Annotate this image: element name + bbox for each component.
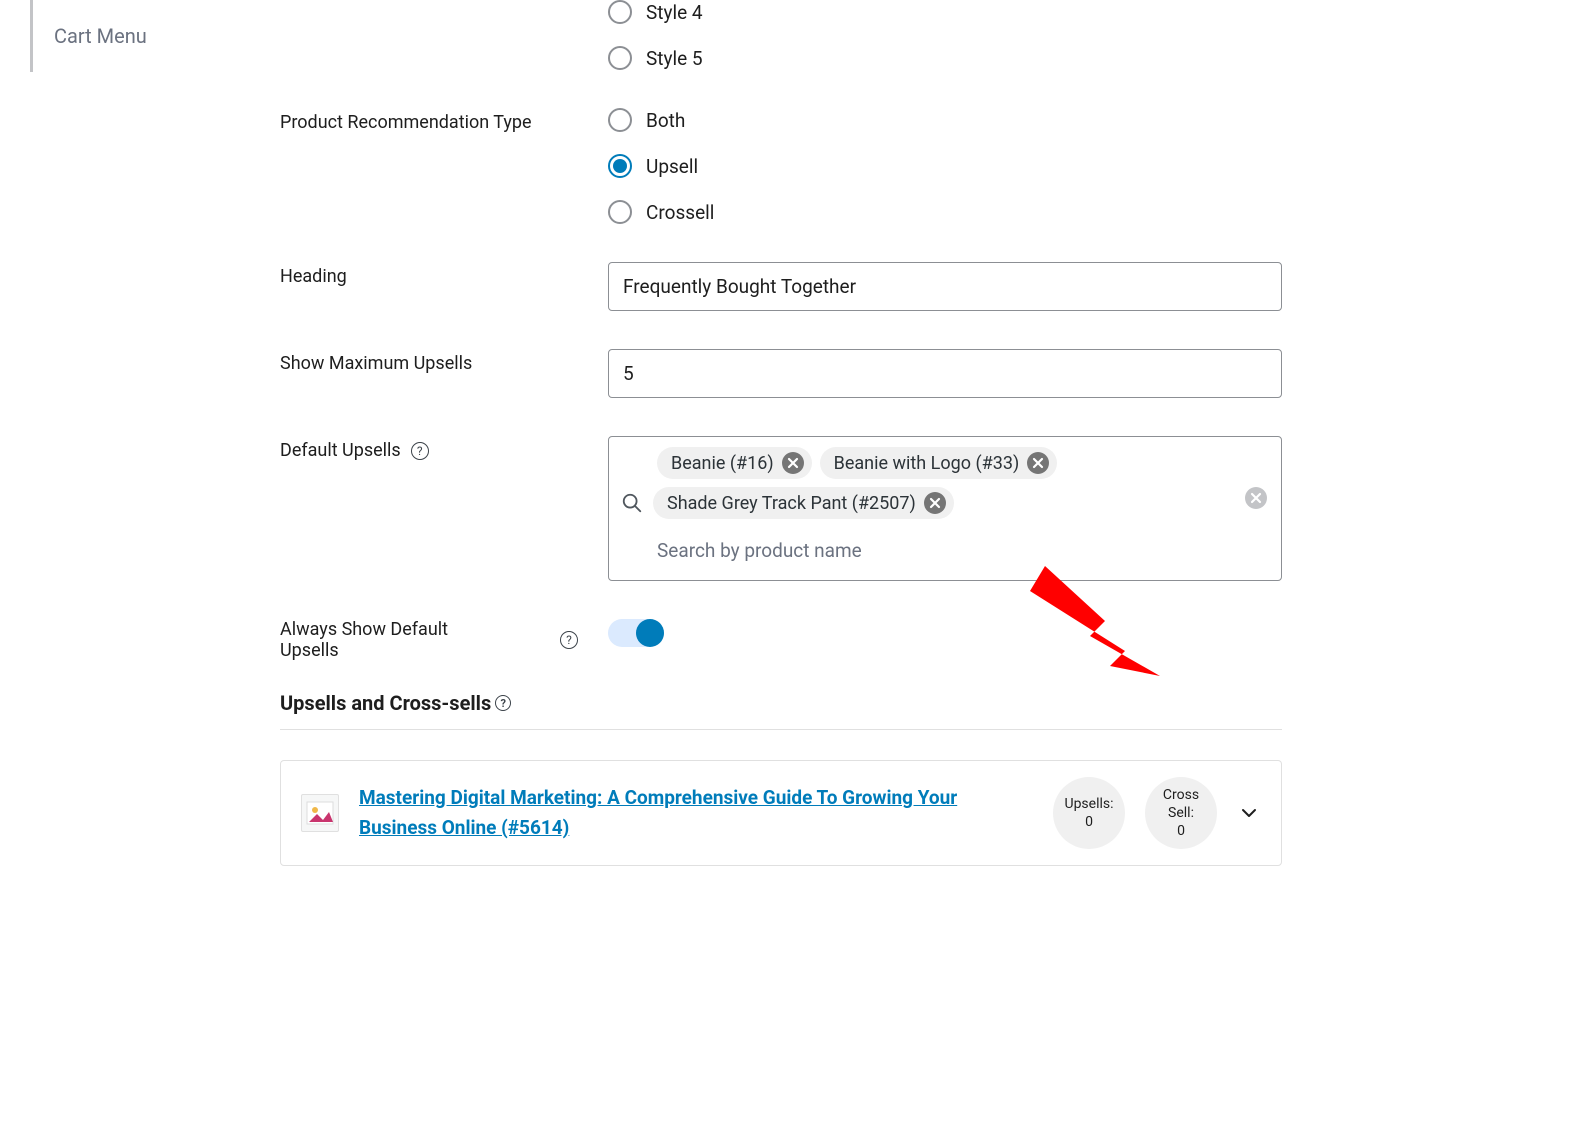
radio-circle-icon [608, 108, 632, 132]
help-icon[interactable]: ? [411, 442, 429, 460]
label-max-upsells: Show Maximum Upsells [280, 349, 608, 374]
always-show-toggle[interactable] [608, 619, 664, 647]
tag-beanie-logo: Beanie with Logo (#33) [820, 447, 1058, 479]
tag-remove-icon[interactable] [782, 452, 804, 474]
radio-circle-selected-icon [608, 154, 632, 178]
radio-crossell[interactable]: Crossell [608, 200, 1282, 224]
upsells-badge: Upsells: 0 [1053, 777, 1125, 849]
max-upsells-input[interactable] [608, 349, 1282, 398]
badge-count: 0 [1085, 813, 1093, 831]
clear-all-icon[interactable] [1245, 487, 1267, 509]
product-card: Mastering Digital Marketing: A Comprehen… [280, 760, 1282, 866]
tag-label: Beanie with Logo (#33) [834, 453, 1020, 474]
help-icon[interactable]: ? [495, 695, 511, 711]
radio-style-4[interactable]: Style 4 [608, 0, 1282, 24]
badge-count: 0 [1177, 822, 1185, 840]
heading-input[interactable] [608, 262, 1282, 311]
label-default-upsells: Default Upsells ? [280, 436, 608, 461]
tag-search-input[interactable] [621, 527, 1269, 570]
product-thumbnail [301, 794, 339, 832]
search-icon [621, 492, 643, 514]
default-upsells-tag-input[interactable]: Beanie (#16) Beanie with Logo (#33) [608, 436, 1282, 581]
badge-label: Upsells: [1064, 795, 1113, 813]
radio-upsell[interactable]: Upsell [608, 154, 1282, 178]
tag-beanie: Beanie (#16) [657, 447, 812, 479]
radio-label: Both [646, 109, 685, 132]
radio-label: Upsell [646, 155, 698, 178]
section-title: Upsells and Cross-sells [280, 691, 491, 715]
tag-label: Shade Grey Track Pant (#2507) [667, 493, 916, 514]
style-radio-group: Style 4 Style 5 [608, 0, 1282, 70]
label-heading: Heading [280, 262, 608, 287]
radio-label: Style 5 [646, 47, 703, 70]
style-label-empty [280, 0, 608, 4]
badge-label: Cross Sell: [1149, 786, 1213, 822]
tag-remove-icon[interactable] [1027, 452, 1049, 474]
radio-circle-icon [608, 200, 632, 224]
radio-label: Style 4 [646, 1, 703, 24]
sidebar-item-label: Cart Menu [54, 24, 147, 48]
label-text: Always Show Default Upsells [280, 619, 480, 661]
product-title-link[interactable]: Mastering Digital Marketing: A Comprehen… [359, 783, 1033, 844]
help-icon[interactable]: ? [560, 631, 578, 649]
radio-circle-icon [608, 0, 632, 24]
tag-label: Beanie (#16) [671, 453, 774, 474]
tag-remove-icon[interactable] [924, 492, 946, 514]
main-content: Style 4 Style 5 Product Recommendation T… [280, 0, 1282, 866]
label-text: Default Upsells [280, 440, 401, 461]
section-heading-upsells-crosssells: Upsells and Cross-sells ? [280, 691, 1282, 730]
radio-circle-icon [608, 46, 632, 70]
recommendation-radio-group: Both Upsell Crossell [608, 108, 1282, 224]
sidebar: Cart Menu [0, 0, 280, 866]
cross-sell-badge: Cross Sell: 0 [1145, 777, 1217, 849]
label-recommendation-type: Product Recommendation Type [280, 108, 608, 133]
sidebar-item-cart-menu[interactable]: Cart Menu [30, 0, 280, 72]
chevron-down-icon[interactable] [1237, 801, 1261, 825]
tag-track-pant: Shade Grey Track Pant (#2507) [653, 487, 954, 519]
label-always-show: Always Show Default Upsells ? [280, 619, 578, 661]
radio-both[interactable]: Both [608, 108, 1282, 132]
radio-style-5[interactable]: Style 5 [608, 46, 1282, 70]
radio-label: Crossell [646, 201, 714, 224]
